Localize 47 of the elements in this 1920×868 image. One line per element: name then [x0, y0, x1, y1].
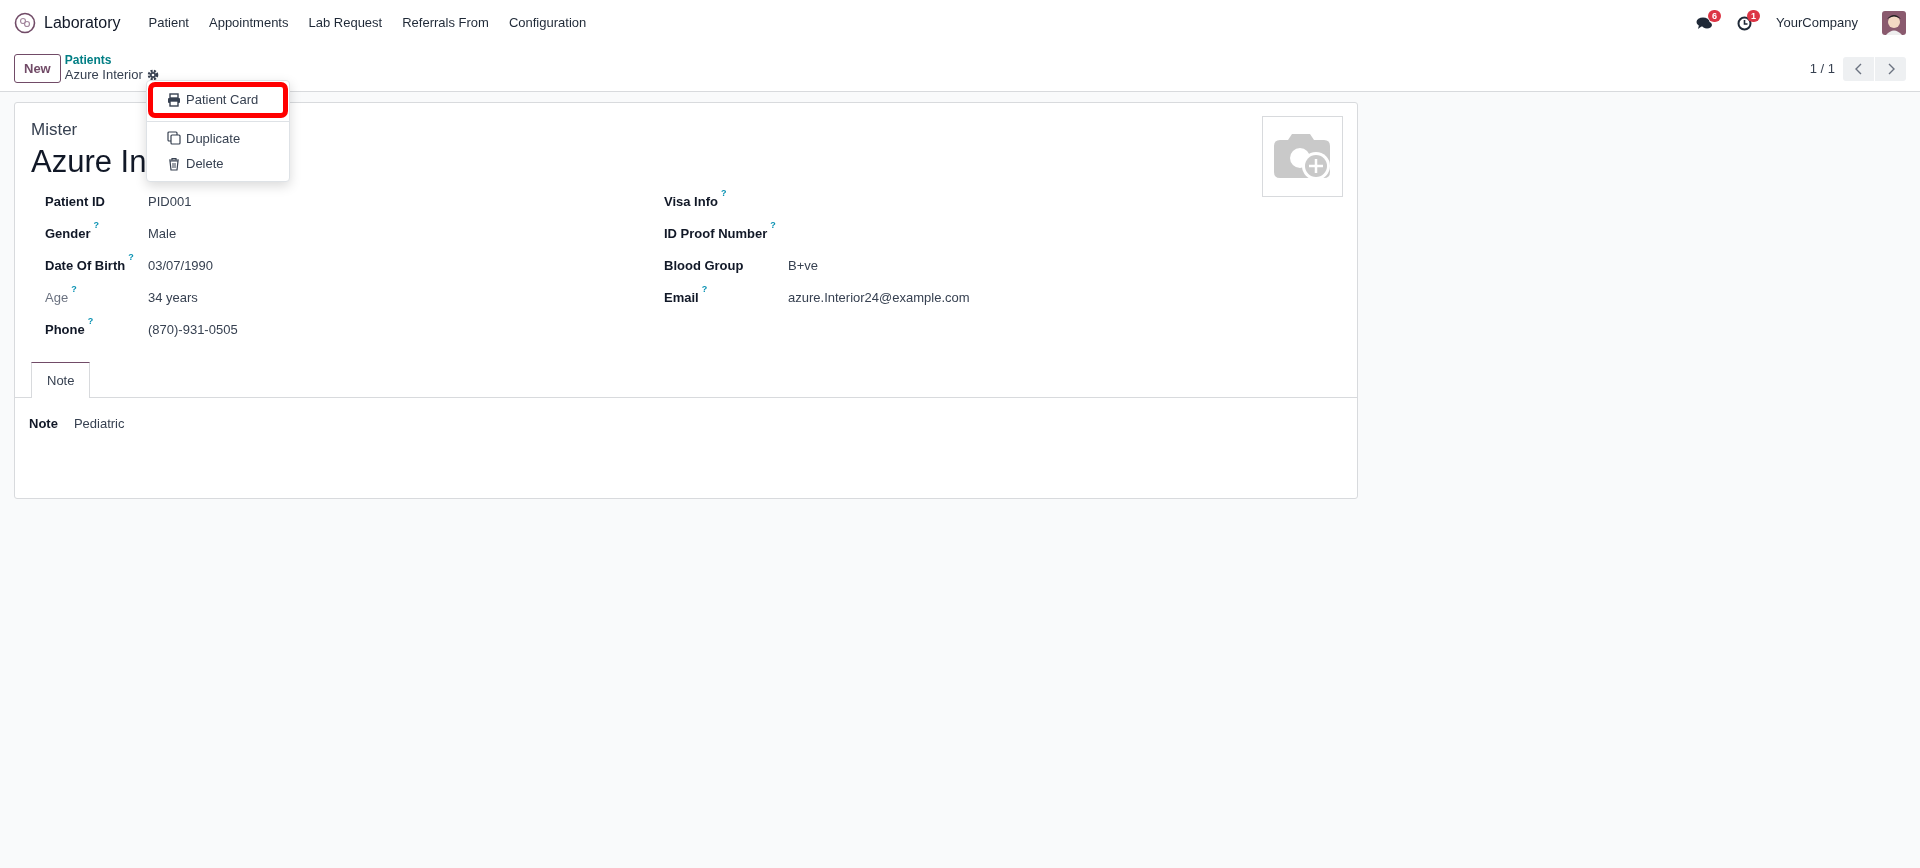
- field-value: B+ve: [788, 256, 818, 275]
- chevron-right-icon: [1886, 62, 1895, 75]
- menu-item[interactable]: Appointments: [199, 13, 299, 33]
- new-button[interactable]: New: [14, 53, 61, 84]
- field-label: Phone $^{?}$: [45, 319, 95, 339]
- notification-count: 6: [1708, 9, 1722, 23]
- menu-item[interactable]: Referrals From: [392, 13, 499, 33]
- menu-item[interactable]: Configuration: [498, 13, 597, 33]
- company-name[interactable]: YourCompany: [1776, 13, 1858, 33]
- chevron-left-icon: [1854, 62, 1863, 75]
- breadcrumb-link[interactable]: Patients: [64, 54, 159, 68]
- field-value: Pediatric: [73, 415, 125, 434]
- menu-item[interactable]: Duplicate: [147, 125, 289, 151]
- copy-icon: [167, 131, 181, 146]
- field-label: Visa Info $^{?}$: [664, 191, 728, 211]
- field-value: (870)-931-0505: [148, 320, 238, 339]
- clock-icon[interactable]: [1737, 15, 1753, 31]
- field-label: Email $^{?}$: [664, 287, 709, 307]
- field-value: 34 years: [148, 288, 198, 307]
- printer-icon: [167, 92, 181, 107]
- settings-icon[interactable]: [146, 69, 159, 82]
- menu-item[interactable]: Patient: [138, 13, 199, 33]
- user-avatar[interactable]: [1882, 11, 1906, 35]
- tab[interactable]: Note: [31, 361, 91, 399]
- app-name[interactable]: Laboratory: [44, 11, 121, 35]
- field-value: PID001: [148, 192, 192, 211]
- field-label: Blood Group: [664, 256, 745, 275]
- field-label: Patient ID: [45, 192, 106, 211]
- field-label: Date Of Birth $^{?}$: [45, 255, 135, 275]
- record-name-heading: Azure In: [31, 142, 147, 180]
- menu-item[interactable]: Lab Request: [298, 13, 393, 33]
- field-label: Note: [29, 415, 58, 434]
- notification-count: 1: [1747, 9, 1761, 23]
- field-label: Age $^{?}$: [45, 287, 78, 307]
- field-value: azure.Interior24@example.com: [788, 288, 970, 307]
- menu-item[interactable]: Patient Card: [151, 85, 285, 115]
- app-logo-icon[interactable]: [14, 12, 36, 34]
- field-label: Gender $^{?}$: [45, 223, 100, 243]
- trash-icon: [167, 156, 181, 171]
- pager-text: 1 / 1: [1809, 59, 1835, 78]
- record-name: Azure Interior: [64, 67, 143, 83]
- menu-item[interactable]: Delete: [147, 151, 289, 177]
- record-title: Mister: [31, 119, 78, 141]
- field-value: Male: [148, 224, 177, 243]
- field-label: ID Proof Number $^{?}$: [664, 223, 777, 243]
- chat-icon[interactable]: [1696, 15, 1714, 31]
- field-value: 03/07/1990: [148, 256, 214, 275]
